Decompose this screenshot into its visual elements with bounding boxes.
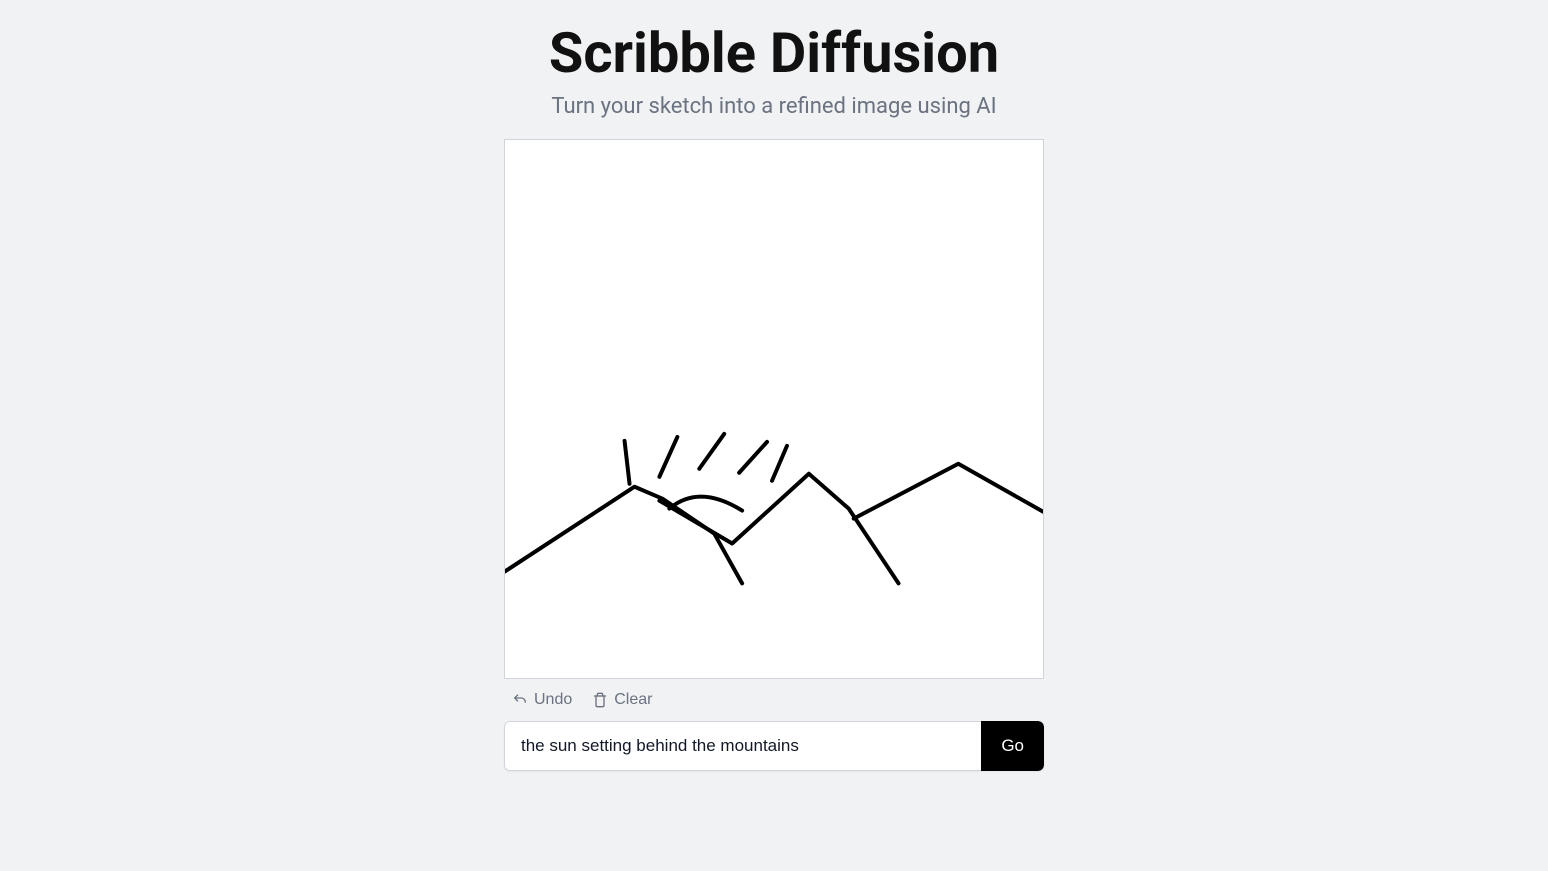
undo-icon bbox=[512, 692, 528, 708]
prompt-row: Go bbox=[504, 721, 1044, 771]
undo-label: Undo bbox=[534, 691, 572, 709]
canvas-controls: Undo Clear bbox=[504, 679, 1044, 721]
page-title: Scribble Diffusion bbox=[549, 20, 999, 86]
sketch-drawing bbox=[505, 140, 1043, 678]
drawing-canvas[interactable] bbox=[504, 139, 1044, 679]
prompt-input[interactable] bbox=[504, 721, 981, 771]
trash-icon bbox=[592, 692, 608, 708]
undo-button[interactable]: Undo bbox=[512, 691, 572, 709]
clear-label: Clear bbox=[614, 691, 652, 709]
clear-button[interactable]: Clear bbox=[592, 691, 652, 709]
go-button[interactable]: Go bbox=[981, 721, 1044, 771]
page-subtitle: Turn your sketch into a refined image us… bbox=[551, 94, 996, 119]
